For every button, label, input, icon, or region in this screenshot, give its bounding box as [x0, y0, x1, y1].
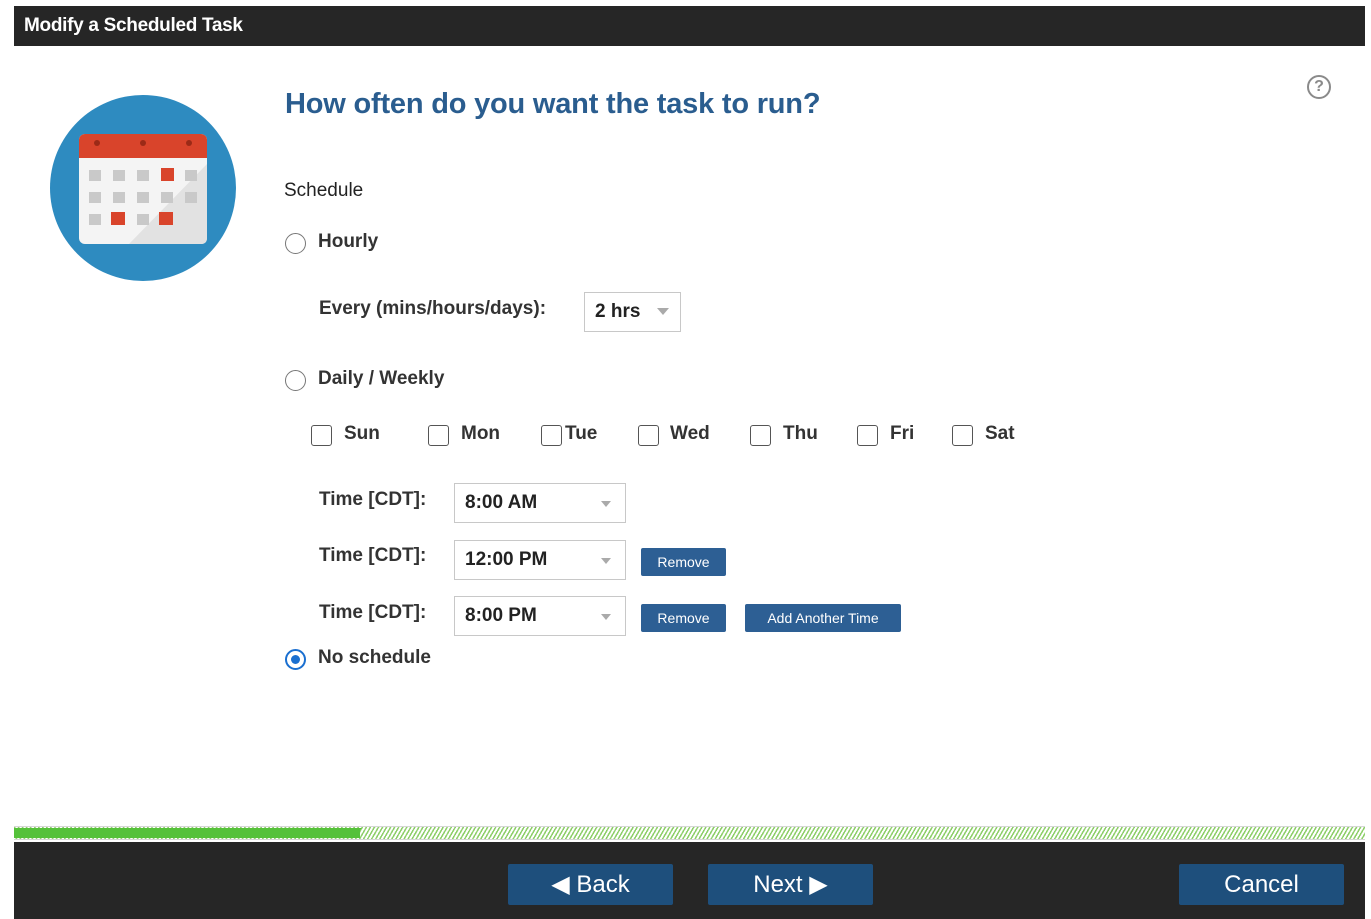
hourly-radio[interactable]: [285, 233, 306, 254]
help-icon[interactable]: ?: [1307, 75, 1331, 99]
day-checkbox-fri[interactable]: [857, 425, 878, 446]
day-label-sun: Sun: [344, 423, 380, 444]
footer-bar: [14, 842, 1365, 919]
next-button[interactable]: Next ▶: [708, 864, 873, 905]
no-schedule-label: No schedule: [318, 647, 431, 668]
add-another-time-button[interactable]: Add Another Time: [745, 604, 901, 632]
day-checkbox-tue[interactable]: [541, 425, 562, 446]
chevron-down-icon: [601, 614, 611, 620]
chevron-down-icon: [657, 308, 669, 315]
chevron-down-icon: [601, 558, 611, 564]
window-left-edge: [0, 0, 14, 919]
day-checkbox-wed[interactable]: [638, 425, 659, 446]
remove-time-button[interactable]: Remove: [641, 548, 726, 576]
no-schedule-radio[interactable]: [285, 649, 306, 670]
day-checkbox-sat[interactable]: [952, 425, 973, 446]
window-right-edge: [1365, 0, 1371, 919]
schedule-label: Schedule: [284, 180, 364, 201]
time-select[interactable]: 8:00 AM: [454, 483, 626, 523]
window-title: Modify a Scheduled Task: [24, 15, 243, 36]
daily-weekly-label: Daily / Weekly: [318, 368, 445, 389]
day-label-wed: Wed: [670, 423, 710, 444]
calendar-icon: [49, 94, 237, 287]
day-label-sat: Sat: [985, 423, 1015, 444]
remove-time-button[interactable]: Remove: [641, 604, 726, 632]
every-value: 2 hrs: [595, 301, 641, 322]
day-label-tue: Tue: [565, 423, 598, 444]
window-title-bar: Modify a Scheduled Task: [14, 6, 1365, 46]
time-select[interactable]: 12:00 PM: [454, 540, 626, 580]
every-select[interactable]: 2 hrs: [584, 292, 681, 332]
daily-weekly-radio[interactable]: [285, 370, 306, 391]
time-value: 12:00 PM: [465, 549, 548, 570]
progress-fill-edge: [352, 828, 362, 838]
time-select[interactable]: 8:00 PM: [454, 596, 626, 636]
back-button[interactable]: ◀ Back: [508, 864, 673, 905]
day-label-thu: Thu: [783, 423, 818, 444]
time-label: Time [CDT]:: [319, 602, 427, 623]
cancel-button[interactable]: Cancel: [1179, 864, 1344, 905]
time-value: 8:00 AM: [465, 492, 538, 513]
progress-fill: [14, 828, 360, 838]
every-label: Every (mins/hours/days):: [319, 298, 547, 319]
time-value: 8:00 PM: [465, 605, 537, 626]
chevron-down-icon: [601, 501, 611, 507]
day-checkbox-thu[interactable]: [750, 425, 771, 446]
page-heading: How often do you want the task to run?: [285, 88, 821, 120]
time-label: Time [CDT]:: [319, 489, 427, 510]
day-label-fri: Fri: [890, 423, 915, 444]
day-checkbox-sun[interactable]: [311, 425, 332, 446]
time-label: Time [CDT]:: [319, 545, 427, 566]
day-label-mon: Mon: [461, 423, 501, 444]
hourly-label: Hourly: [318, 231, 379, 252]
day-checkbox-mon[interactable]: [428, 425, 449, 446]
